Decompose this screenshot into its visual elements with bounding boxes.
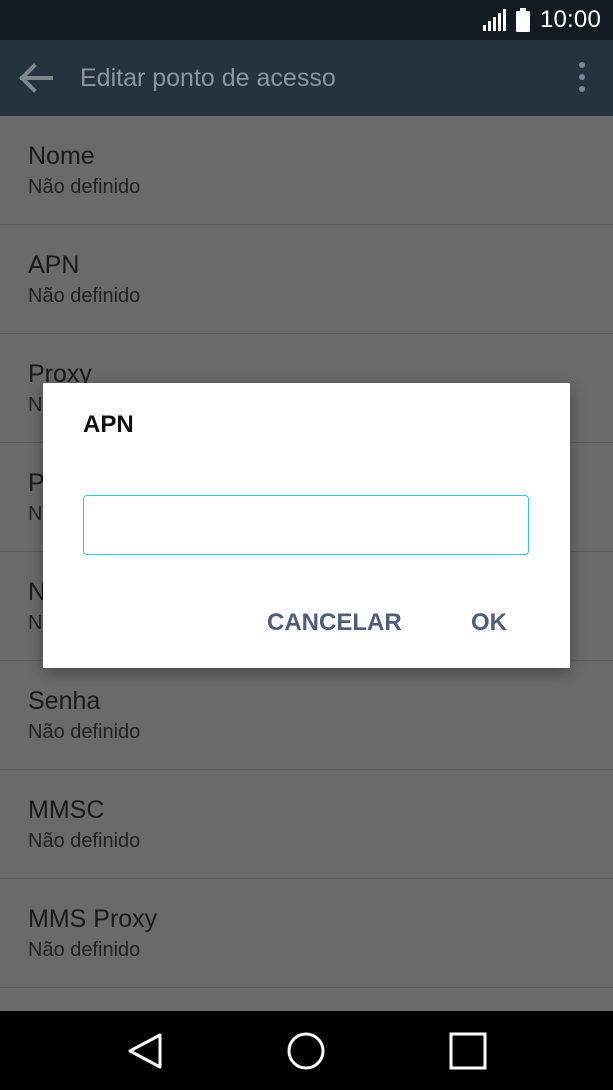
dialog-title: APN [83,411,134,438]
app-bar: Editar ponto de acesso [0,40,613,116]
navigation-bar [0,1011,613,1090]
recents-square-icon[interactable] [446,1029,490,1073]
list-item-value: Não definido [28,285,141,307]
list-item-mms-proxy[interactable]: MMS Proxy Não definido [0,879,613,988]
status-icons: 10:00 [482,0,601,40]
list-item-value: Não definido [28,721,141,743]
list-item-title: MMSC [28,796,105,824]
battery-icon [515,8,530,32]
ok-button[interactable]: OK [471,609,507,637]
back-triangle-icon[interactable] [124,1029,168,1073]
list-item-nome[interactable]: Nome Não definido [0,116,613,225]
list-item-title: Senha [28,687,101,715]
clock: 10:00 [539,6,601,33]
list-item-value: Não definido [28,830,141,852]
list-item-apn[interactable]: APN Não definido [0,225,613,334]
apn-input[interactable] [83,495,529,555]
list-item-title: Nome [28,142,95,170]
cancel-button[interactable]: CANCELAR [267,609,402,637]
back-arrow-icon[interactable] [18,62,54,94]
signal-icon [482,9,506,31]
list-item-value: Não definido [28,939,141,961]
list-item-value: Não definido [28,176,141,198]
status-bar: 10:00 [0,0,613,40]
list-item-senha[interactable]: Senha Não definido [0,661,613,770]
list-item-title: APN [28,251,80,279]
more-vert-icon[interactable] [577,62,587,96]
apn-dialog: APN CANCELAR OK [43,383,570,668]
list-item-title: MMS Proxy [28,905,158,933]
page-title: Editar ponto de acesso [80,64,336,92]
list-item-mmsc[interactable]: MMSC Não definido [0,770,613,879]
home-circle-icon[interactable] [284,1029,328,1073]
